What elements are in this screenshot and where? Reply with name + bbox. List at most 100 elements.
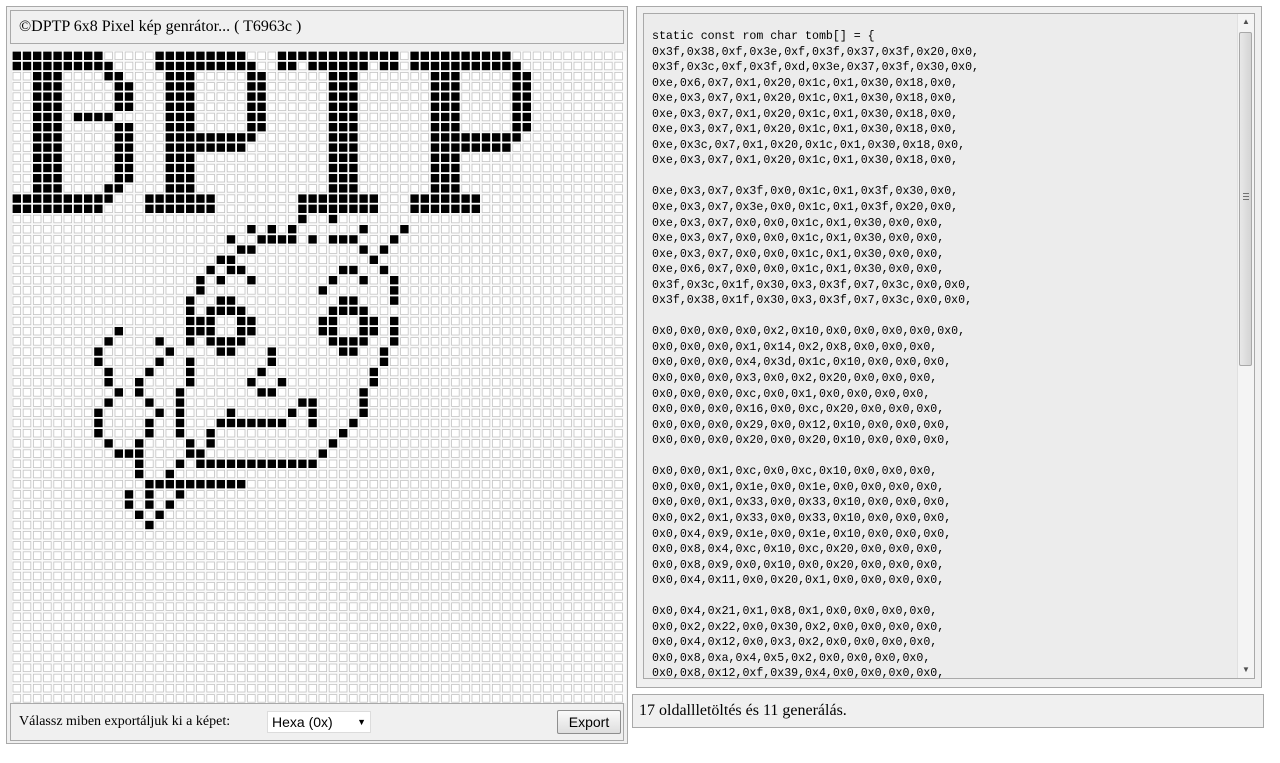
pixel-cell[interactable] — [400, 347, 409, 356]
pixel-cell[interactable] — [532, 418, 542, 428]
pixel-cell[interactable] — [400, 673, 409, 683]
pixel-cell[interactable] — [43, 306, 52, 315]
pixel-cell[interactable] — [481, 61, 491, 71]
pixel-cell[interactable] — [522, 306, 531, 315]
pixel-cell[interactable] — [522, 490, 531, 499]
pixel-cell[interactable] — [185, 459, 195, 468]
pixel-cell[interactable] — [257, 469, 266, 479]
pixel-cell[interactable] — [12, 377, 21, 387]
pixel-cell[interactable] — [298, 112, 307, 122]
pixel-cell[interactable] — [165, 133, 174, 142]
pixel-cell[interactable] — [298, 500, 307, 509]
pixel-cell[interactable] — [400, 153, 409, 162]
pixel-cell[interactable] — [379, 622, 389, 632]
pixel-cell[interactable] — [573, 102, 582, 111]
pixel-cell[interactable] — [236, 673, 246, 683]
pixel-cell[interactable] — [420, 643, 429, 652]
pixel-cell[interactable] — [461, 133, 470, 142]
pixel-cell[interactable] — [94, 622, 103, 632]
pixel-cell[interactable] — [440, 112, 450, 122]
pixel-cell[interactable] — [359, 255, 368, 264]
pixel-cell[interactable] — [389, 694, 399, 703]
pixel-cell[interactable] — [12, 459, 21, 468]
pixel-cell[interactable] — [481, 663, 491, 672]
pixel-cell[interactable] — [532, 582, 542, 591]
pixel-cell[interactable] — [298, 204, 307, 213]
pixel-cell[interactable] — [318, 112, 327, 122]
pixel-cell[interactable] — [236, 530, 246, 540]
pixel-cell[interactable] — [400, 459, 409, 468]
pixel-cell[interactable] — [400, 326, 409, 336]
pixel-cell[interactable] — [410, 408, 419, 417]
pixel-cell[interactable] — [604, 418, 613, 428]
pixel-cell[interactable] — [328, 133, 338, 142]
pixel-cell[interactable] — [43, 592, 52, 601]
pixel-cell[interactable] — [481, 133, 491, 142]
pixel-cell[interactable] — [594, 428, 603, 438]
pixel-cell[interactable] — [594, 561, 603, 570]
pixel-cell[interactable] — [502, 602, 511, 611]
pixel-cell[interactable] — [349, 551, 358, 560]
pixel-cell[interactable] — [63, 653, 72, 662]
pixel-cell[interactable] — [22, 418, 32, 428]
pixel-cell[interactable] — [267, 520, 276, 530]
pixel-cell[interactable] — [543, 153, 552, 162]
pixel-cell[interactable] — [73, 408, 83, 417]
pixel-cell[interactable] — [420, 255, 429, 264]
pixel-cell[interactable] — [573, 684, 582, 693]
pixel-cell[interactable] — [461, 377, 470, 387]
pixel-cell[interactable] — [553, 663, 562, 672]
pixel-cell[interactable] — [84, 582, 93, 591]
pixel-cell[interactable] — [614, 418, 623, 428]
pixel-cell[interactable] — [512, 174, 521, 183]
pixel-cell[interactable] — [165, 602, 174, 611]
pixel-cell[interactable] — [155, 622, 164, 632]
pixel-cell[interactable] — [359, 377, 368, 387]
pixel-cell[interactable] — [165, 469, 174, 479]
pixel-cell[interactable] — [94, 61, 103, 71]
pixel-cell[interactable] — [543, 337, 552, 346]
pixel-cell[interactable] — [379, 306, 389, 315]
pixel-cell[interactable] — [430, 561, 440, 570]
pixel-cell[interactable] — [369, 275, 378, 285]
pixel-cell[interactable] — [318, 500, 327, 509]
pixel-cell[interactable] — [594, 602, 603, 611]
pixel-cell[interactable] — [287, 214, 297, 224]
pixel-cell[interactable] — [543, 204, 552, 213]
pixel-cell[interactable] — [114, 500, 123, 509]
pixel-cell[interactable] — [298, 61, 307, 71]
pixel-cell[interactable] — [349, 530, 358, 540]
pixel-cell[interactable] — [410, 112, 419, 122]
pixel-cell[interactable] — [400, 245, 409, 254]
pixel-cell[interactable] — [440, 500, 450, 509]
pixel-cell[interactable] — [298, 469, 307, 479]
pixel-cell[interactable] — [22, 520, 32, 530]
pixel-cell[interactable] — [236, 388, 246, 397]
pixel-cell[interactable] — [430, 61, 440, 71]
pixel-cell[interactable] — [94, 102, 103, 111]
pixel-cell[interactable] — [491, 255, 501, 264]
pixel-cell[interactable] — [216, 337, 225, 346]
pixel-cell[interactable] — [440, 235, 450, 244]
pixel-cell[interactable] — [12, 224, 21, 234]
pixel-cell[interactable] — [236, 265, 246, 275]
pixel-cell[interactable] — [471, 694, 480, 703]
pixel-cell[interactable] — [594, 551, 603, 560]
pixel-cell[interactable] — [573, 153, 582, 162]
pixel-cell[interactable] — [532, 510, 542, 519]
pixel-cell[interactable] — [522, 184, 531, 193]
pixel-cell[interactable] — [430, 592, 440, 601]
pixel-cell[interactable] — [135, 582, 144, 591]
pixel-cell[interactable] — [400, 286, 409, 295]
pixel-cell[interactable] — [206, 694, 215, 703]
pixel-cell[interactable] — [349, 541, 358, 550]
pixel-cell[interactable] — [522, 194, 531, 203]
pixel-cell[interactable] — [532, 541, 542, 550]
pixel-cell[interactable] — [12, 571, 21, 581]
pixel-cell[interactable] — [583, 235, 593, 244]
pixel-cell[interactable] — [84, 184, 93, 193]
pixel-cell[interactable] — [236, 163, 246, 173]
pixel-cell[interactable] — [267, 684, 276, 693]
pixel-cell[interactable] — [104, 388, 113, 397]
pixel-cell[interactable] — [420, 541, 429, 550]
